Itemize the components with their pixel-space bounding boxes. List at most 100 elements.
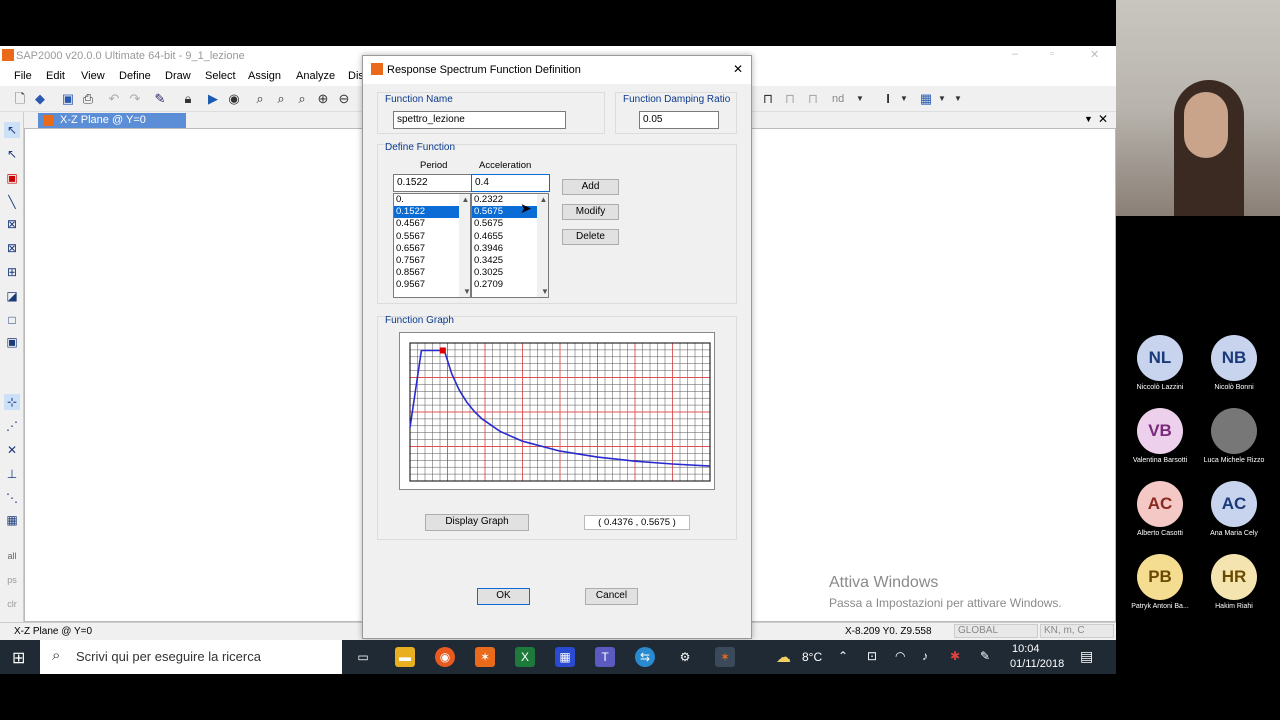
snap-perpendicular-icon[interactable]: ⊥ (4, 466, 20, 482)
run-steps-icon[interactable]: ◉ (226, 91, 242, 107)
participant-avatar[interactable]: NL (1137, 335, 1183, 381)
windows-start-icon[interactable]: ⊞ (12, 648, 25, 668)
taskbar-search[interactable]: ⌕ Scrivi qui per eseguire la ricerca (40, 640, 342, 674)
pencil-icon[interactable]: ✎ (152, 91, 168, 107)
draw-brace-icon[interactable]: ⊠ (4, 240, 20, 256)
volume-icon[interactable]: ♪ (922, 649, 928, 663)
cancel-button[interactable]: Cancel (585, 588, 638, 605)
quick-area-icon[interactable]: ▣ (4, 334, 20, 350)
participant-avatar[interactable]: VB (1137, 408, 1183, 454)
text-cursor-icon[interactable]: I (880, 91, 896, 107)
participant-avatar[interactable]: AC (1137, 481, 1183, 527)
quick-frame-icon[interactable]: ⊠ (4, 216, 20, 232)
minimize-icon[interactable]: – (1012, 48, 1018, 60)
participant-avatar[interactable]: AC (1211, 481, 1257, 527)
add-button[interactable]: Add (562, 179, 619, 195)
draw-area-icon[interactable]: ◪ (4, 288, 20, 304)
zoom-out-icon[interactable]: ⊖ (336, 91, 352, 107)
excel-icon[interactable]: X (515, 647, 535, 667)
participant-avatar[interactable]: NB (1211, 335, 1257, 381)
task-view-icon[interactable]: ▭ (353, 647, 373, 667)
sap-active-icon[interactable]: ✶ (715, 647, 735, 667)
menu-file[interactable]: File (14, 70, 32, 82)
period-list[interactable]: 0. 0.1522 0.4567 0.5567 0.6567 0.7567 0.… (393, 193, 471, 298)
previous-selection-icon[interactable]: ps (4, 572, 20, 588)
participant-avatar[interactable]: HR (1211, 554, 1257, 600)
close-view-icon[interactable]: ✕ (1098, 112, 1108, 126)
notifications-icon[interactable]: ▤ (1080, 648, 1093, 665)
select-all-icon[interactable]: all (4, 548, 20, 564)
print-icon[interactable]: ⎙ (80, 91, 96, 107)
period-scrollbar[interactable]: ▲ ▼ (459, 194, 470, 297)
modify-button[interactable]: Modify (562, 204, 619, 220)
draw-rect-area-icon[interactable]: □ (4, 312, 20, 328)
pen-icon[interactable]: ✎ (980, 649, 990, 663)
file-explorer-icon[interactable]: ▬ (395, 647, 415, 667)
snap-joints-icon[interactable]: ⊹ (4, 394, 20, 410)
grid-app-icon[interactable]: ▦ (555, 647, 575, 667)
zoom-full-icon[interactable]: ⌕ (273, 91, 289, 107)
chevron-down-icon[interactable]: ▼ (934, 91, 950, 107)
menu-select[interactable]: Select (205, 70, 236, 82)
snap-grid-icon[interactable]: ▦ (4, 512, 20, 528)
function-name-input[interactable]: spettro_lezione (393, 111, 566, 129)
menu-draw[interactable]: Draw (165, 70, 191, 82)
settings-gear-icon[interactable]: ⚙ (675, 647, 695, 667)
snap-lines-icon[interactable]: ⋰ (4, 418, 20, 434)
display-options-icon[interactable]: ▦ (918, 91, 934, 107)
sap-taskbar-icon[interactable]: ✶ (475, 647, 495, 667)
teamviewer-icon[interactable]: ⇆ (635, 647, 655, 667)
weather-icon[interactable]: ☁ (776, 648, 791, 666)
chevron-down-icon[interactable]: ▼ (852, 91, 868, 107)
damping-input[interactable]: 0.05 (639, 111, 719, 129)
ok-button[interactable]: OK (477, 588, 530, 605)
spectrum-chart[interactable] (400, 333, 716, 491)
chevron-down-icon[interactable]: ▼ (896, 91, 912, 107)
clear-selection-icon[interactable]: clr (4, 596, 20, 612)
menu-edit[interactable]: Edit (46, 70, 65, 82)
tray-app-icon[interactable]: ✱ (950, 649, 960, 663)
tray-device-icon[interactable]: ⊡ (867, 649, 877, 663)
zoom-window-icon[interactable]: ⌕ (252, 91, 268, 107)
coord-system-select[interactable]: GLOBAL (954, 624, 1038, 638)
menu-view[interactable]: View (81, 70, 105, 82)
menu-assign[interactable]: Assign (248, 70, 281, 82)
zoom-previous-icon[interactable]: ⌕ (294, 91, 310, 107)
acceleration-scrollbar[interactable]: ▲ ▼ (537, 194, 548, 297)
firefox-icon[interactable]: ◉ (435, 647, 455, 667)
participant-avatar[interactable] (1211, 408, 1257, 454)
dialog-close-icon[interactable]: ✕ (733, 62, 743, 76)
lock-icon[interactable]: 🔒︎ (180, 91, 196, 107)
draw-joint-icon[interactable]: ▣ (4, 170, 20, 186)
snap-extension-icon[interactable]: ⋱ (4, 490, 20, 506)
draw-frame-icon[interactable]: ╲ (4, 194, 20, 210)
menu-analyze[interactable]: Analyze (296, 70, 335, 82)
delete-button[interactable]: Delete (562, 229, 619, 245)
save-icon[interactable]: ▣ (60, 91, 76, 107)
frame-icon[interactable]: ⊓ (760, 91, 776, 107)
maximize-icon[interactable]: ▫ (1050, 48, 1054, 60)
undo-icon[interactable]: ↶ (106, 91, 122, 107)
quick-brace-icon[interactable]: ⊞ (4, 264, 20, 280)
reshape-icon[interactable]: ↖ (4, 146, 20, 162)
joint-restraint-icon[interactable]: ⊓ (805, 91, 821, 107)
period-input[interactable]: 0.1522 (393, 174, 473, 192)
wifi-icon[interactable]: ◠ (895, 649, 905, 663)
run-icon[interactable]: ▶ (205, 91, 221, 107)
close-icon[interactable]: ✕ (1090, 48, 1099, 61)
chevron-up-icon[interactable]: ⌃ (838, 649, 848, 663)
chevron-down-icon[interactable]: ▼ (950, 91, 966, 107)
zoom-in-icon[interactable]: ⊕ (315, 91, 331, 107)
new-file-icon[interactable]: 🗋 (12, 91, 28, 107)
units-select[interactable]: KN, m, C (1040, 624, 1114, 638)
menu-define[interactable]: Define (119, 70, 151, 82)
participant-avatar[interactable]: PB (1137, 554, 1183, 600)
redo-icon[interactable]: ↷ (127, 91, 143, 107)
teams-icon[interactable]: T (595, 647, 615, 667)
pointer-icon[interactable]: ↖ (4, 122, 20, 138)
snap-intersections-icon[interactable]: ✕ (4, 442, 20, 458)
acceleration-list[interactable]: 0.2322 0.5675 0.5675 0.4655 0.3946 0.342… (471, 193, 549, 298)
tab-xz-plane[interactable]: X-Z Plane @ Y=0 (38, 113, 186, 128)
template-icon[interactable]: ◆ (32, 91, 48, 107)
chevron-down-icon[interactable]: ▼ (1084, 114, 1093, 124)
